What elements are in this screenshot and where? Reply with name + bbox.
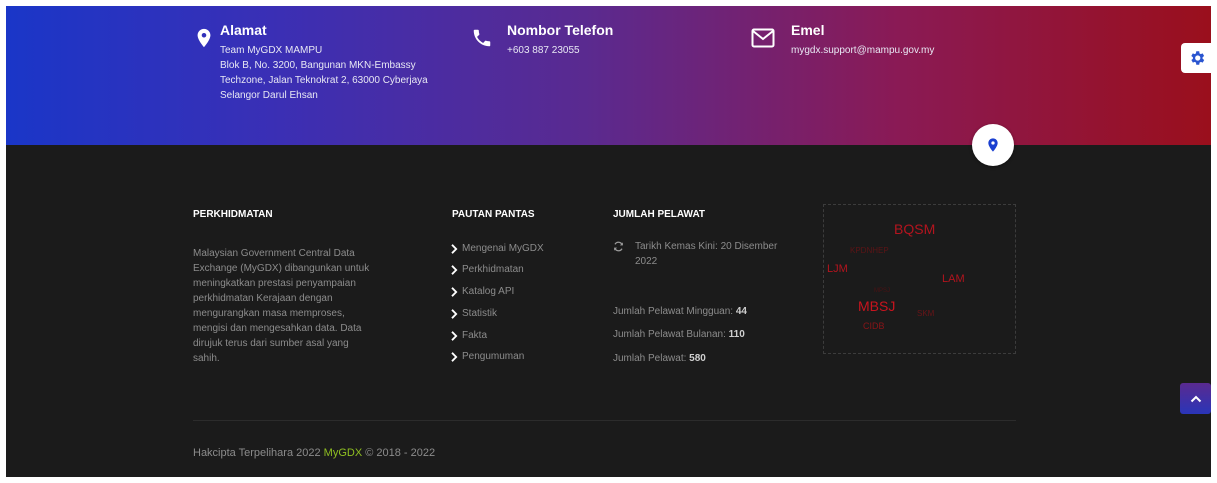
total-visitors-label: Jumlah Pelawat: [613, 353, 687, 364]
services-line: meningkatkan prestasi penyampaian [193, 278, 356, 289]
last-updated-line-1: Tarikh Kemas Kini: 20 Disember [635, 241, 778, 252]
monthly-visitors: Jumlah Pelawat Bulanan: 110 [613, 329, 745, 340]
copyright-suffix: © 2018 - 2022 [365, 447, 436, 459]
quick-link-label: Fakta [462, 330, 488, 341]
address-line-1: Team MyGDX MAMPU [220, 45, 323, 56]
chevron-right-icon [451, 243, 458, 254]
settings-button[interactable] [1181, 43, 1211, 73]
phone-title: Nombor Telefon [507, 22, 614, 38]
total-visitors: Jumlah Pelawat: 580 [613, 353, 706, 364]
quick-link-announcements[interactable]: Pengumuman [450, 351, 524, 362]
services-line: sahih. [193, 353, 220, 364]
quick-link-label: Mengenai MyGDX [462, 243, 544, 254]
phone-value[interactable]: +603 887 23055 [507, 43, 580, 58]
address-line-2: Blok B, No. 3200, Bangunan MKN-Embassy [220, 60, 416, 71]
quick-link-facts[interactable]: Fakta [450, 330, 487, 341]
address-line-3: Techzone, Jalan Teknokrat 2, 63000 Cyber… [220, 75, 428, 86]
email-value[interactable]: mygdx.support@mampu.gov.my [791, 43, 934, 58]
chevron-right-icon [451, 264, 458, 275]
chevron-up-icon [1190, 395, 1201, 402]
contact-band: Alamat Team MyGDX MAMPU Blok B, No. 3200… [6, 6, 1211, 145]
weekly-visitors-label: Jumlah Pelawat Mingguan: [613, 306, 734, 317]
address-line-4: Selangor Darul Ehsan [220, 90, 318, 101]
quick-link-api-catalog[interactable]: Katalog API [450, 286, 514, 297]
word-cloud-term[interactable]: KPDNHEP [850, 246, 889, 255]
weekly-visitors-value: 44 [735, 306, 747, 317]
word-cloud-term[interactable]: CIDB [863, 321, 885, 331]
visitors-heading: JUMLAH PELAWAT [613, 209, 706, 220]
word-cloud-term[interactable]: MPSJ [874, 288, 890, 294]
word-cloud-term[interactable]: SKM [917, 309, 934, 318]
refresh-icon [614, 241, 623, 252]
word-cloud-term[interactable]: MBSJ [858, 298, 895, 314]
quick-link-label: Pengumuman [462, 351, 525, 362]
monthly-visitors-value: 110 [728, 329, 745, 340]
scroll-to-top-button[interactable] [1180, 383, 1211, 414]
chevron-right-icon [451, 351, 458, 362]
quick-link-services[interactable]: Perkhidmatan [450, 264, 524, 275]
chevron-right-icon [451, 308, 458, 319]
quick-link-label: Statistik [462, 308, 498, 319]
services-description: Malaysian Government Central Data Exchan… [193, 246, 383, 366]
services-line: Exchange (MyGDX) dibangunkan untuk [193, 263, 370, 274]
last-updated-line-2: 2022 [635, 256, 658, 267]
map-marker-icon [197, 28, 211, 48]
gear-icon [1191, 51, 1205, 65]
email-title: Emel [791, 22, 825, 38]
phone-icon [473, 29, 491, 47]
monthly-visitors-label: Jumlah Pelawat Bulanan: [613, 329, 726, 340]
last-updated-text: Tarikh Kemas Kini: 20 Disember 2022 [635, 239, 777, 269]
services-line: Malaysian Government Central Data [193, 248, 355, 259]
chevron-right-icon [451, 330, 458, 341]
services-line: dirujuk terus dari sumber asal yang [193, 338, 349, 349]
word-cloud-term[interactable]: LJM [827, 263, 848, 275]
quick-link-about[interactable]: Mengenai MyGDX [450, 243, 544, 254]
map-pin-icon [988, 138, 998, 152]
page-footer-section: Alamat Team MyGDX MAMPU Blok B, No. 3200… [6, 6, 1211, 477]
agency-word-cloud: BQSM KPDNHEP LJM LAM MPSJ MBSJ SKM CIDB [823, 204, 1016, 354]
services-line: perkhidmatan Kerajaan dengan [193, 293, 333, 304]
copyright: Hakcipta Terpelihara 2022 MyGDX © 2018 -… [193, 447, 435, 459]
brand-link[interactable]: MyGDX [324, 447, 363, 459]
quick-link-label: Perkhidmatan [462, 264, 524, 275]
services-line: mengurangkan masa memproses, [193, 308, 345, 319]
services-line: mengisi dan mengesahkan data. Data [193, 323, 362, 334]
weekly-visitors: Jumlah Pelawat Mingguan: 44 [613, 306, 747, 317]
quick-links-heading: PAUTAN PANTAS [452, 209, 535, 220]
copyright-prefix: Hakcipta Terpelihara 2022 [193, 447, 321, 459]
quick-link-label: Katalog API [462, 286, 515, 297]
map-button[interactable] [972, 124, 1014, 166]
word-cloud-term[interactable]: BQSM [894, 221, 935, 237]
footer-divider [193, 420, 1016, 421]
envelope-icon [751, 28, 775, 48]
services-heading: PERKHIDMATAN [193, 209, 273, 220]
total-visitors-value: 580 [689, 353, 706, 364]
word-cloud-term[interactable]: LAM [942, 273, 965, 285]
chevron-right-icon [451, 286, 458, 297]
address-title: Alamat [220, 22, 267, 38]
quick-link-statistics[interactable]: Statistik [450, 308, 497, 319]
